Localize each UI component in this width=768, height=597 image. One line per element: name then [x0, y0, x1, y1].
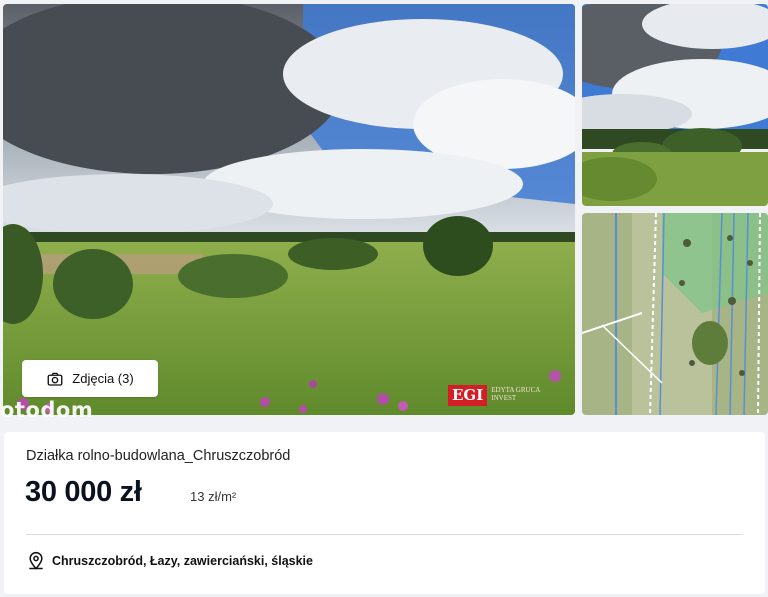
agency-logo-subtext: EDYTA GRUCA INVEST — [491, 386, 540, 402]
divider — [26, 534, 743, 535]
listing-title[interactable]: Działka rolno-budowlana_Chruszczobród — [26, 448, 290, 464]
photos-button[interactable]: Zdjęcia (3) — [22, 360, 158, 397]
watermark: otodom — [0, 398, 94, 422]
photos-button-label: Zdjęcia (3) — [72, 371, 134, 386]
price-per-m2: 13 zł/m² — [190, 489, 237, 504]
side-photo-top-image — [582, 4, 768, 206]
main-photo[interactable] — [3, 4, 575, 415]
photo-gallery: EGI EDYTA GRUCA INVEST otodom Zdjęcia (3… — [0, 0, 768, 422]
side-photo-bottom-image — [582, 213, 768, 415]
side-photo-bottom-map[interactable] — [582, 213, 768, 415]
map-pin-icon — [29, 551, 43, 570]
agency-logo: EGI EDYTA GRUCA INVEST — [448, 378, 548, 412]
side-photo-top[interactable] — [582, 4, 768, 206]
camera-icon — [47, 372, 63, 386]
listing-price: 30 000 zł — [25, 476, 142, 508]
location-text: Chruszczobród, Łazy, zawierciański, śląs… — [52, 554, 313, 568]
listing-card[interactable]: Działka rolno-budowlana_Chruszczobród 30… — [4, 432, 765, 594]
agency-logo-mark: EGI — [448, 384, 488, 406]
main-photo-image — [3, 4, 575, 415]
listing-location: Chruszczobród, Łazy, zawierciański, śląs… — [26, 551, 313, 571]
